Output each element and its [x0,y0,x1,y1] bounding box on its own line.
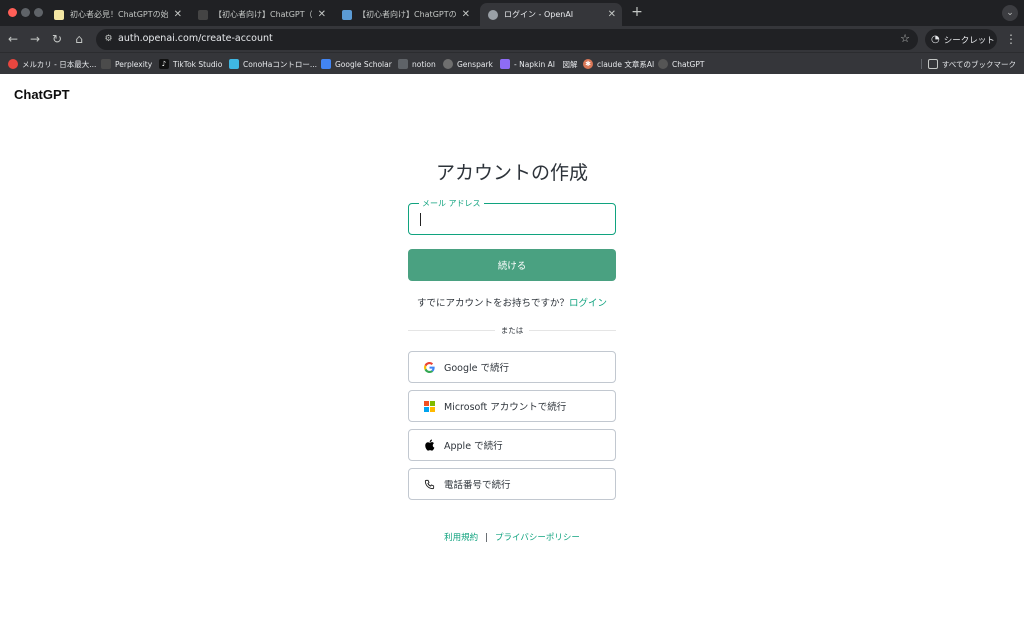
tab-search-icon[interactable]: ⌄ [1002,5,1018,21]
bookmark-star-icon[interactable]: ☆ [900,32,910,45]
page-title: アカウントの作成 [435,162,588,184]
social-label: 電話番号で続行 [444,480,511,491]
tiktok-icon: ♪ [159,59,169,69]
bookmark-label: Google Scholar [335,59,392,69]
bookmarks-bar: メルカリ - 日本最大... Perplexity ♪ TikTok Studi… [0,52,1024,74]
google-icon [423,361,435,373]
tab-label: ログイン - OpenAI [504,10,574,19]
close-window-icon[interactable] [8,8,17,17]
bookmark-tiktok-studio[interactable]: ♪ TikTok Studio [159,57,222,71]
close-icon[interactable]: ✕ [462,9,470,20]
bookmark-genspark[interactable]: Genspark [443,57,493,71]
tab-favicon [54,9,64,20]
login-link[interactable]: ログイン [569,298,607,309]
minimize-window-icon[interactable] [21,8,30,17]
bookmark-label: - Napkin AI 図解 [514,59,578,69]
microsoft-icon [423,400,435,412]
site-info-icon[interactable]: ⚙ [102,33,115,46]
bookmarks-divider [921,59,922,69]
email-field[interactable]: メール アドレス [408,198,616,235]
all-bookmarks-button[interactable]: すべてのブックマーク [927,57,1016,71]
or-text: または [495,325,529,336]
browser-chrome: 初心者必見！ChatGPTの始め方 ✕ 【初心者向け】ChatGPT（Ope ✕… [0,0,1024,74]
bookmark-label: Genspark [457,59,493,69]
openai-favicon-icon [488,9,498,20]
new-tab-button[interactable]: + [629,4,645,20]
phone-icon [423,478,435,490]
bookmark-label: notion [412,59,436,69]
tab-label: 初心者必見！ChatGPTの始め方 [70,10,168,19]
conoha-icon [229,59,239,69]
tab-4-active[interactable]: ログイン - OpenAI ✕ [480,3,622,26]
tab-3[interactable]: 【初心者向け】ChatGPTのおす ✕ [334,3,476,26]
continue-with-phone-button[interactable]: 電話番号で続行 [408,468,616,500]
home-icon[interactable]: ⌂ [70,30,88,48]
bookmark-label: ChatGPT [672,59,705,69]
back-icon[interactable]: ← [4,30,22,48]
notion-icon [398,59,408,69]
tab-1[interactable]: 初心者必見！ChatGPTの始め方 ✕ [46,3,188,26]
folder-icon [927,59,938,69]
genspark-icon [443,59,453,69]
login-prompt: すでにアカウントをお持ちですか？ログイン [0,295,1024,309]
chatgpt-logo[interactable]: ChatGPT [14,87,70,102]
forward-icon[interactable]: → [26,30,44,48]
tab-strip: 初心者必見！ChatGPTの始め方 ✕ 【初心者向け】ChatGPT（Ope ✕… [0,0,1024,26]
incognito-label: シークレット [943,35,995,46]
continue-with-google-button[interactable]: Google で続行 [408,351,616,383]
bookmark-notion[interactable]: notion [398,57,436,71]
email-input[interactable] [419,212,599,227]
social-label: Google で続行 [444,363,510,374]
close-icon[interactable]: ✕ [174,9,182,20]
browser-toolbar: ← → ↻ ⌂ ⚙ auth.openai.com/create-account… [0,26,1024,52]
bookmark-label: TikTok Studio [173,59,223,69]
google-scholar-icon [321,59,331,69]
perplexity-icon [101,59,111,69]
footer-separator: | [485,533,489,543]
bookmark-perplexity[interactable]: Perplexity [101,57,152,71]
signup-page: ChatGPT アカウントの作成 メール アドレス 続ける すでにアカウントをお… [0,74,1024,640]
browser-menu-icon[interactable]: ⋮ [1004,30,1018,48]
tab-favicon [198,9,208,20]
tab-2[interactable]: 【初心者向け】ChatGPT（Ope ✕ [190,3,332,26]
address-bar[interactable]: ⚙ auth.openai.com/create-account ☆ [96,29,918,50]
continue-button[interactable]: 続ける [408,249,616,281]
bookmark-label: メルカリ - 日本最大... [22,59,97,69]
email-field-label: メール アドレス [419,198,484,209]
reload-icon[interactable]: ↻ [48,30,66,48]
url-text: auth.openai.com/create-account [118,33,273,44]
claude-icon: ✱ [583,59,593,69]
incognito-icon: ◔ [931,34,940,45]
continue-with-apple-button[interactable]: Apple で続行 [408,429,616,461]
apple-icon [423,439,435,451]
login-prompt-text: すでにアカウントをお持ちですか？ [416,298,570,309]
tab-label: 【初心者向け】ChatGPTのおす [358,10,456,19]
bookmark-label: claude 文章系AI [597,59,655,69]
terms-link[interactable]: 利用規約 [444,533,478,543]
bookmark-conoha[interactable]: ConoHaコントロー... [229,57,317,71]
social-label: Microsoft アカウントで続行 [444,402,567,413]
close-icon[interactable]: ✕ [608,9,616,20]
bookmark-label: Perplexity [115,59,153,69]
privacy-policy-link[interactable]: プライバシーポリシー [495,533,580,543]
bookmark-chatgpt[interactable]: ChatGPT [658,57,704,71]
mercari-icon [8,59,18,69]
text-caret [420,213,421,226]
bookmark-claude[interactable]: ✱ claude 文章系AI [583,57,654,71]
tab-label: 【初心者向け】ChatGPT（Ope [214,10,312,19]
continue-with-microsoft-button[interactable]: Microsoft アカウントで続行 [408,390,616,422]
tab-favicon [342,9,352,20]
bookmark-google-scholar[interactable]: Google Scholar [321,57,392,71]
bookmark-mercari[interactable]: メルカリ - 日本最大... [8,57,96,71]
incognito-indicator[interactable]: ◔ シークレット [925,29,997,50]
footer-links: 利用規約 | プライバシーポリシー [0,531,1024,543]
close-icon[interactable]: ✕ [318,9,326,20]
bookmark-napkin[interactable]: - Napkin AI 図解 [500,57,577,71]
chatgpt-icon [658,59,668,69]
social-label: Apple で続行 [444,441,503,452]
maximize-window-icon[interactable] [34,8,43,17]
napkin-icon [500,59,510,69]
all-bookmarks-label: すべてのブックマーク [941,59,1016,69]
bookmark-label: ConoHaコントロー... [243,59,318,69]
